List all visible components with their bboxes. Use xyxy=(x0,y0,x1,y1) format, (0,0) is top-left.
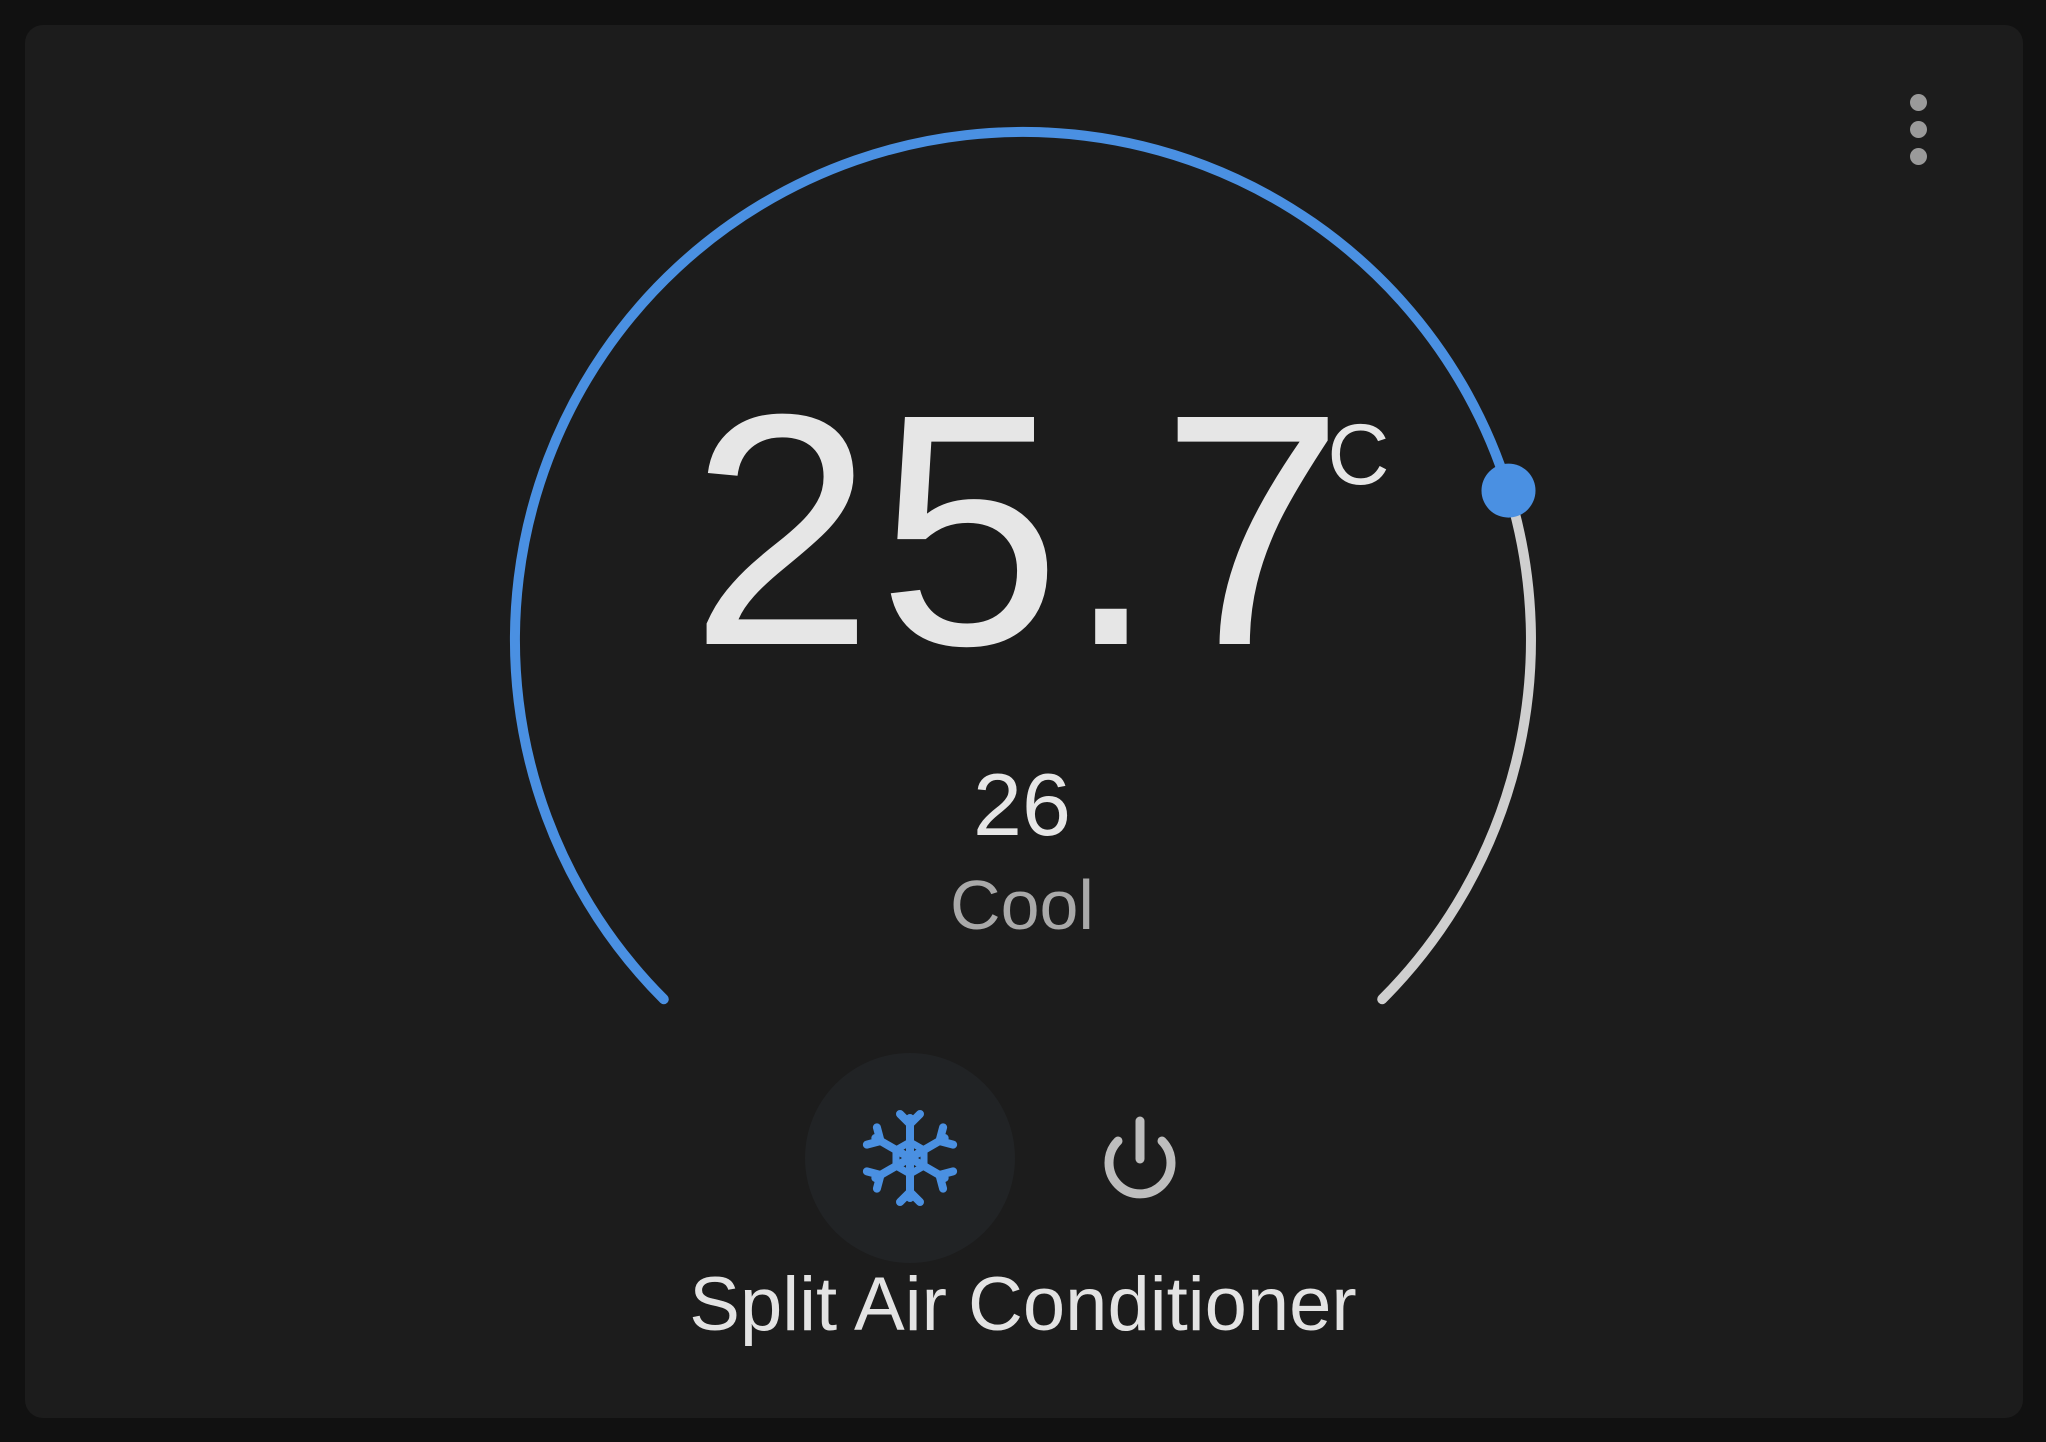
current-temperature: 25.7 xyxy=(690,345,1349,714)
mode-label: Cool xyxy=(950,866,1094,944)
target-temperature: 26 xyxy=(973,755,1071,854)
snowflake-icon xyxy=(862,1110,958,1206)
dial-handle[interactable] xyxy=(1481,463,1536,518)
cool-mode-button[interactable] xyxy=(805,1053,1015,1263)
device-name: Split Air Conditioner xyxy=(689,1262,1357,1347)
power-icon xyxy=(1104,1116,1176,1199)
temperature-unit: °C xyxy=(1293,407,1390,503)
dial-track xyxy=(1377,485,1536,1005)
temperature-dial[interactable] xyxy=(0,0,2046,1442)
power-button[interactable] xyxy=(1035,1053,1245,1263)
